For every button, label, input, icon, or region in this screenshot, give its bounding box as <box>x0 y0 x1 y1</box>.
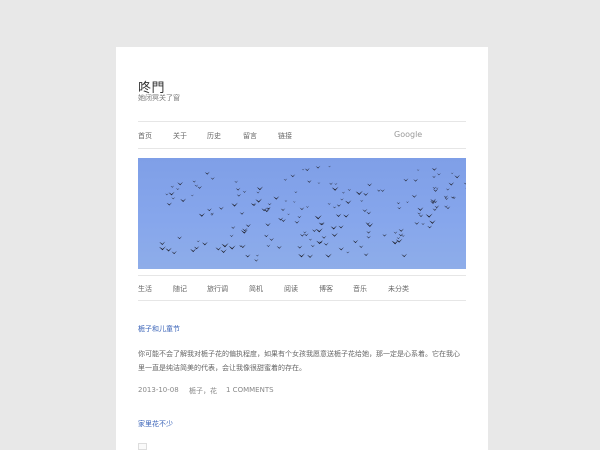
nav-top-divider <box>138 121 466 122</box>
post-thumbnail-placeholder <box>138 443 147 450</box>
nav-bottom-divider <box>138 148 466 149</box>
post-excerpt: 你可能不会了解我对栀子花的偏执程度，如果有个女孩我愿意送栀子花给她，那一定是心系… <box>138 350 460 372</box>
category-uncategorized[interactable]: 未分类 <box>388 284 409 294</box>
nav-item-guestbook[interactable]: 留言 <box>243 131 257 141</box>
category-music[interactable]: 音乐 <box>353 284 367 294</box>
post-date[interactable]: 2013-10-08 <box>138 386 179 394</box>
post-title[interactable]: 家里花不少 <box>138 419 173 429</box>
category-simple[interactable]: 简机 <box>249 284 263 294</box>
category-bottom-divider <box>138 300 466 301</box>
category-life[interactable]: 生活 <box>138 284 152 294</box>
category-notes[interactable]: 随记 <box>173 284 187 294</box>
nav-item-home[interactable]: 首页 <box>138 131 152 141</box>
nav-item-history[interactable]: 历史 <box>207 131 221 141</box>
post-comments-link[interactable]: 1 COMMENTS <box>226 386 274 394</box>
birds-image <box>159 165 466 262</box>
category-blog[interactable]: 博客 <box>319 284 333 294</box>
category-reading[interactable]: 阅读 <box>284 284 298 294</box>
nav-item-about[interactable]: 关于 <box>173 131 187 141</box>
page-container: 咚門 她闭冥关了窗 首页 关于 历史 留言 链接 Google 生活 随记 旅行… <box>116 47 488 450</box>
category-travel[interactable]: 旅行调 <box>207 284 228 294</box>
post-title[interactable]: 栀子和儿童节 <box>138 324 180 334</box>
post-tags[interactable]: 栀子，花 <box>189 386 217 396</box>
search-google[interactable]: Google <box>394 130 422 139</box>
site-description: 她闭冥关了窗 <box>138 94 180 102</box>
category-top-divider <box>138 275 466 276</box>
header-banner-image <box>138 158 466 269</box>
nav-item-links[interactable]: 链接 <box>278 131 292 141</box>
